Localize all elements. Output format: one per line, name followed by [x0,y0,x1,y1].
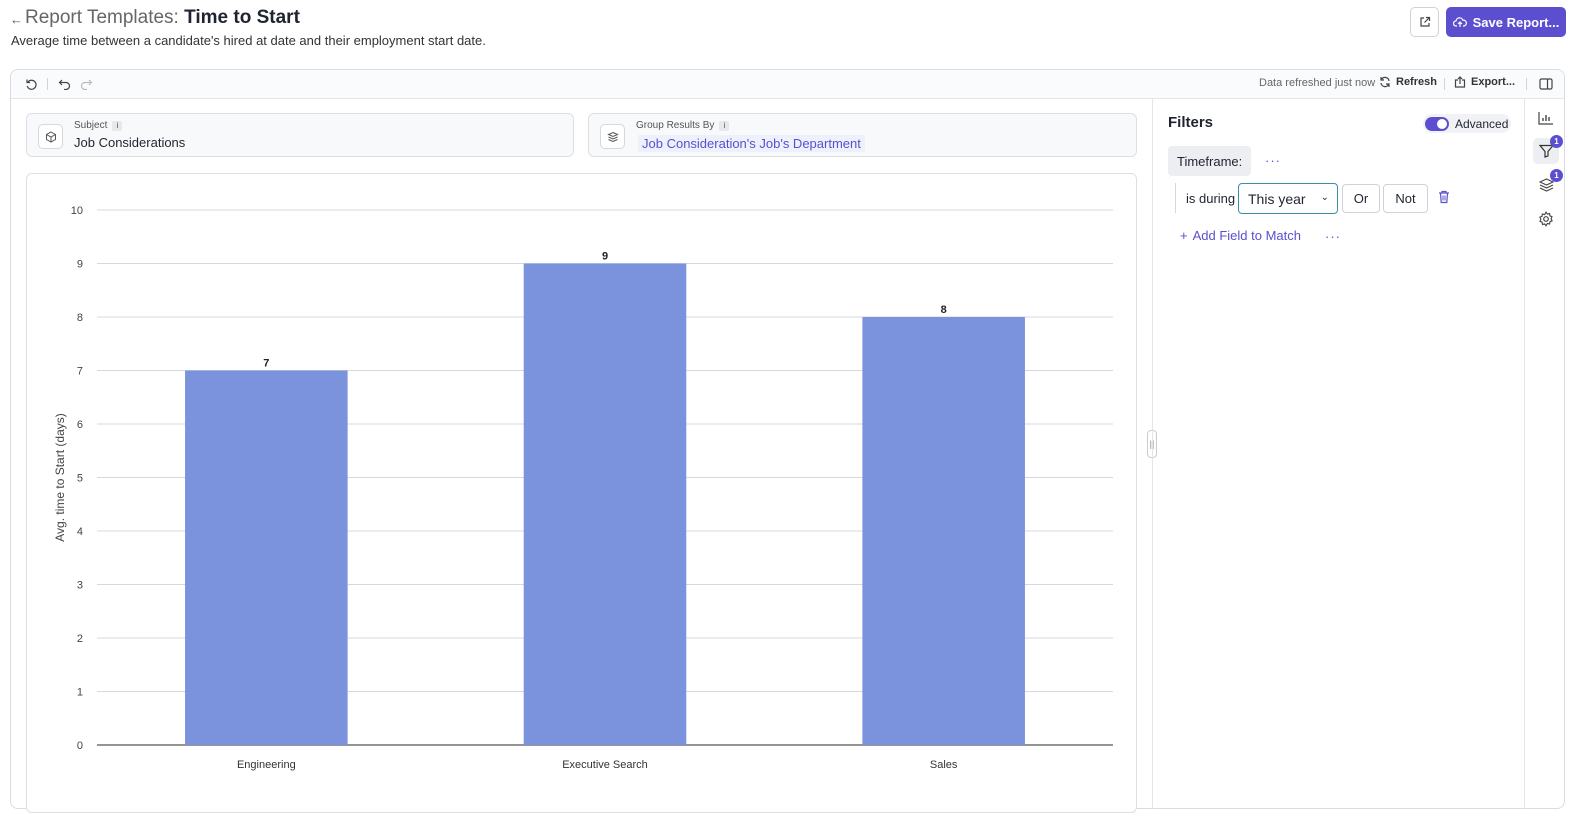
toggle-switch[interactable] [1425,116,1449,131]
or-button[interactable]: Or [1342,184,1380,213]
y-tick-label: 4 [77,526,83,538]
x-tick-label: Sales [930,759,958,771]
y-tick-label: 7 [77,366,83,378]
timeframe-select[interactable]: This year ⌄ [1238,183,1338,214]
subject-value: Job Considerations [74,135,186,150]
filters-title: Filters [1168,114,1214,131]
page-header: ← Report Templates: Time to Start Averag… [0,0,1575,66]
filters-button[interactable]: 1 [1533,135,1563,164]
y-tick-label: 3 [77,580,83,592]
export-button[interactable]: Export... [1454,76,1515,88]
data-label: 7 [263,358,269,370]
info-icon[interactable]: i [112,120,123,131]
group-by-value[interactable]: Job Consideration's Job's Department [638,135,865,152]
title-prefix: Report Templates: [25,7,179,28]
cloud-upload-icon [1452,17,1467,27]
save-report-label: Save Report... [1472,14,1560,30]
field-more-icon[interactable]: ··· [1265,153,1281,168]
filter-count-badge: 1 [1550,135,1563,148]
bar-chart: 0 1 2 3 4 5 6 7 8 9 10 Avg. time to Start (days) 7 En… [53,205,1113,771]
y-axis-title: Avg. time to Start (days) [53,413,67,542]
chevron-down-icon: ⌄ [1320,192,1329,203]
layers-count-badge: 1 [1550,169,1563,182]
settings-button[interactable] [1533,206,1559,232]
condition-connector [1175,183,1176,213]
not-button[interactable]: Not [1383,184,1428,213]
timeframe-select-value: This year [1248,190,1306,207]
trash-icon[interactable] [1438,190,1452,206]
open-external-button[interactable] [1410,7,1439,37]
plus-icon: + [1180,228,1188,243]
add-field-more-icon[interactable]: ··· [1325,229,1341,244]
refresh-label: Refresh [1396,76,1437,88]
page-title: Report Templates: Time to Start [25,7,300,29]
group-by-selector[interactable]: Group Results By i Job Consideration's J… [588,113,1137,157]
chart-settings-button[interactable] [1533,105,1559,131]
y-tick-label: 5 [77,473,83,485]
cube-icon [38,124,63,149]
refresh-button[interactable]: Refresh [1379,76,1437,88]
report-toolbar: Data refreshed just now Refresh Export..… [11,70,1564,99]
export-icon [1454,76,1466,88]
subject-selector[interactable]: Subject i Job Considerations [26,113,574,157]
data-refreshed-status: Data refreshed just now [1259,77,1376,89]
y-tick-label: 10 [71,205,83,217]
x-tick-label: Executive Search [562,759,648,771]
bar [523,263,687,745]
group-by-label: Group Results By [636,120,715,131]
gear-icon [1539,211,1553,227]
chart-container: 0 1 2 3 4 5 6 7 8 9 10 Avg. time to Start (days) 7 En… [26,173,1137,813]
bar-chart-icon [1538,112,1553,125]
page-subtitle: Average time between a candidate's hired… [11,33,486,48]
toolbar-divider [1526,78,1527,90]
filters-panel: Filters Advanced Timeframe: ··· is durin… [1152,99,1524,809]
add-field-label: Add Field to Match [1192,228,1301,243]
layers-button[interactable]: 1 [1533,169,1563,198]
y-tick-label: 6 [77,419,83,431]
toolbar-divider [47,78,48,90]
data-label: 8 [941,304,947,316]
y-tick-label: 2 [77,633,83,645]
bar [862,317,1025,745]
x-tick-label: Engineering [237,759,296,771]
back-arrow-icon[interactable]: ← [10,12,23,27]
y-tick-label: 1 [77,687,83,699]
undo-icon[interactable] [56,76,72,92]
advanced-toggle[interactable]: Advanced [1423,114,1511,133]
export-label: Export... [1471,76,1516,88]
group-by-label-row: Group Results By i [636,120,730,131]
subject-label-row: Subject i [74,120,123,131]
external-link-icon [1419,16,1430,27]
add-field-button[interactable]: + Add Field to Match [1180,228,1301,243]
timeframe-field-chip[interactable]: Timeframe: [1168,146,1252,176]
y-tick-label: 9 [77,259,83,271]
right-rail: 1 1 [1524,99,1565,809]
subject-label: Subject [74,120,108,131]
refresh-icon [1380,76,1390,88]
data-label: 9 [602,251,608,263]
toolbar-divider [1444,78,1445,90]
bar [185,370,348,745]
report-frame: Data refreshed just now Refresh Export..… [10,69,1565,813]
save-report-button[interactable]: Save Report... [1446,7,1566,37]
info-icon[interactable]: i [719,120,730,131]
advanced-label: Advanced [1455,116,1509,131]
redo-icon[interactable] [78,76,94,92]
y-tick-label: 8 [77,312,83,324]
layers-icon [600,124,625,149]
reset-icon[interactable] [23,76,39,92]
y-tick-label: 0 [77,740,83,752]
toggle-sidebar-icon[interactable] [1538,76,1554,92]
report-name: Time to Start [184,7,300,28]
operator-label: is during [1186,191,1236,206]
